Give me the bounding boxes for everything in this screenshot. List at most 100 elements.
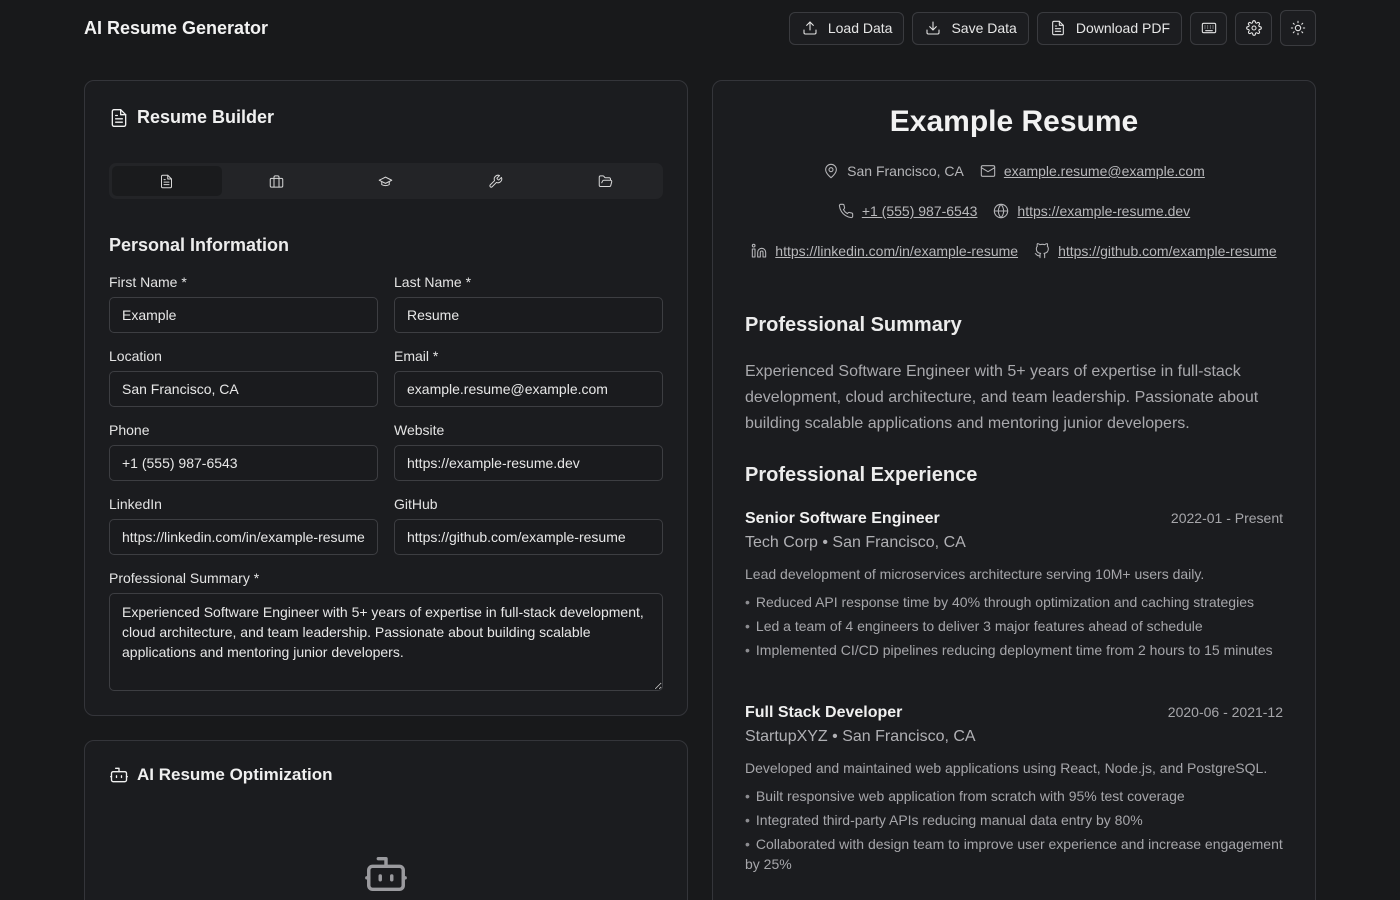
- website-group: Website: [394, 422, 663, 481]
- file-text-icon: [109, 108, 129, 128]
- job-bullet-text: Collaborated with design team to improve…: [745, 836, 1283, 872]
- first-name-group: First Name *: [109, 274, 378, 333]
- load-data-button[interactable]: Load Data: [788, 11, 905, 45]
- globe-icon: [993, 203, 1009, 219]
- summary-heading: Professional Summary: [745, 314, 962, 336]
- briefcase-icon: [269, 174, 284, 189]
- job-description: Lead development of microservices archit…: [745, 566, 1205, 582]
- keyboard-shortcuts-button[interactable]: [1190, 11, 1227, 45]
- job-title: Full Stack Developer: [745, 704, 903, 721]
- contact-email: example.resume@example.com: [980, 163, 1205, 179]
- job-header: Senior Software Engineer 2022-01 - Prese…: [745, 510, 1283, 528]
- job-bullet: • Integrated third-party APIs reducing ma…: [745, 812, 1143, 828]
- map-pin-icon: [823, 163, 839, 179]
- resume-preview-card: Example Resume San Francisco, CA example…: [712, 80, 1316, 900]
- contact-github-link[interactable]: https://github.com/example-resume: [1058, 243, 1277, 259]
- ai-optimization-title: AI Resume Optimization: [109, 765, 333, 785]
- file-text-icon: [1050, 20, 1066, 36]
- job-company: Tech Corp • San Francisco, CA: [745, 534, 966, 551]
- builder-tabs: [109, 163, 663, 199]
- job-company: StartupXYZ • San Francisco, CA: [745, 728, 976, 745]
- phone-icon: [838, 203, 854, 219]
- tab-skills[interactable]: [441, 166, 551, 196]
- job-dates: 2022-01 - Present: [1170, 510, 1283, 526]
- contact-linkedin: https://linkedin.com/in/example-resume: [751, 243, 1018, 259]
- resume-builder-card: Resume Builder Personal Information Firs…: [84, 80, 688, 716]
- resume-name: Example Resume: [889, 105, 1139, 138]
- ai-optimization-title-text: AI Resume Optimization: [137, 765, 333, 784]
- bot-icon: [363, 851, 409, 897]
- app-header: AI Resume Generator Load Data Save Data …: [84, 0, 1316, 56]
- download-pdf-button[interactable]: Download PDF: [1036, 11, 1182, 45]
- summary-textarea[interactable]: Experienced Software Engineer with 5+ ye…: [109, 593, 663, 691]
- job-bullet-text: Built responsive web application from sc…: [755, 788, 1185, 804]
- contact-github: https://github.com/example-resume: [1034, 243, 1277, 259]
- phone-input[interactable]: [109, 445, 378, 481]
- personal-info-heading: Personal Information: [109, 235, 290, 255]
- last-name-label: Last Name *: [394, 274, 472, 290]
- gear-icon: [1245, 20, 1262, 36]
- job-bullets: • Reduced API response time by 40% throug…: [745, 592, 1283, 660]
- summary-text: Experienced Software Engineer with 5+ ye…: [745, 363, 1259, 432]
- contact-email-link[interactable]: example.resume@example.com: [1004, 163, 1205, 179]
- settings-button[interactable]: [1235, 11, 1272, 45]
- github-group: GitHub: [394, 496, 663, 555]
- job-description: Developed and maintained web application…: [745, 760, 1268, 776]
- theme-toggle-button[interactable]: [1280, 10, 1316, 46]
- sun-icon: [1290, 20, 1306, 36]
- job-header: Full Stack Developer 2020-06 - 2021-12: [745, 704, 1283, 722]
- experience-heading: Professional Experience: [745, 464, 978, 486]
- last-name-group: Last Name *: [394, 274, 663, 333]
- bot-icon: [109, 765, 129, 785]
- linkedin-input[interactable]: [109, 519, 378, 555]
- phone-group: Phone: [109, 422, 378, 481]
- email-group: Email *: [394, 348, 663, 407]
- job-entry: Senior Software Engineer 2022-01 - Prese…: [745, 510, 1283, 664]
- resume-builder-title-text: Resume Builder: [137, 107, 275, 127]
- contact-row-3: https://linkedin.com/in/example-resume h…: [713, 243, 1315, 259]
- tab-projects[interactable]: [550, 166, 660, 196]
- contact-row-2: +1 (555) 987-6543 https://example-resume…: [713, 203, 1315, 219]
- contact-row-1: San Francisco, CA example.resume@example…: [713, 163, 1315, 179]
- load-data-label: Load Data: [827, 20, 893, 36]
- upload-icon: [802, 20, 818, 36]
- linkedin-icon: [751, 243, 767, 259]
- contact-location-text: San Francisco, CA: [847, 163, 964, 179]
- first-name-label: First Name *: [109, 274, 187, 290]
- save-data-label: Save Data: [951, 20, 1017, 36]
- resume-builder-title: Resume Builder: [109, 107, 274, 128]
- job-bullet: • Led a team of 4 engineers to deliver 3 …: [745, 618, 1203, 634]
- website-input[interactable]: [394, 445, 663, 481]
- contact-website-link[interactable]: https://example-resume.dev: [1017, 203, 1190, 219]
- linkedin-label: LinkedIn: [109, 496, 162, 512]
- job-bullet-text: Integrated third-party APIs reducing man…: [755, 812, 1143, 828]
- app-title: AI Resume Generator: [84, 17, 269, 38]
- job-dates: 2020-06 - 2021-12: [1167, 704, 1283, 720]
- summary-group: Professional Summary * Experienced Softw…: [109, 570, 663, 696]
- last-name-input[interactable]: [394, 297, 663, 333]
- contact-website: https://example-resume.dev: [993, 203, 1190, 219]
- job-entry: Full Stack Developer 2020-06 - 2021-12 S…: [745, 704, 1283, 878]
- keyboard-icon: [1201, 20, 1217, 36]
- first-name-input[interactable]: [109, 297, 378, 333]
- location-label: Location: [109, 348, 162, 364]
- save-data-button[interactable]: Save Data: [912, 11, 1029, 45]
- job-bullets: • Built responsive web application from s…: [745, 786, 1283, 874]
- contact-linkedin-link[interactable]: https://linkedin.com/in/example-resume: [775, 243, 1018, 259]
- github-input[interactable]: [394, 519, 663, 555]
- download-pdf-label: Download PDF: [1075, 20, 1170, 36]
- email-input[interactable]: [394, 371, 663, 407]
- mail-icon: [980, 163, 996, 179]
- tab-education[interactable]: [331, 166, 441, 196]
- tab-personal-info[interactable]: [112, 166, 222, 196]
- job-bullet: • Implemented CI/CD pipelines reducing de…: [745, 642, 1273, 658]
- contact-phone-link[interactable]: +1 (555) 987-6543: [862, 203, 978, 219]
- linkedin-group: LinkedIn: [109, 496, 378, 555]
- job-bullet: • Collaborated with design team to improv…: [745, 836, 1283, 872]
- graduation-cap-icon: [378, 174, 393, 189]
- tab-experience[interactable]: [222, 166, 332, 196]
- github-icon: [1034, 243, 1050, 259]
- job-bullet: • Reduced API response time by 40% throug…: [745, 594, 1254, 610]
- location-input[interactable]: [109, 371, 378, 407]
- download-icon: [925, 20, 941, 36]
